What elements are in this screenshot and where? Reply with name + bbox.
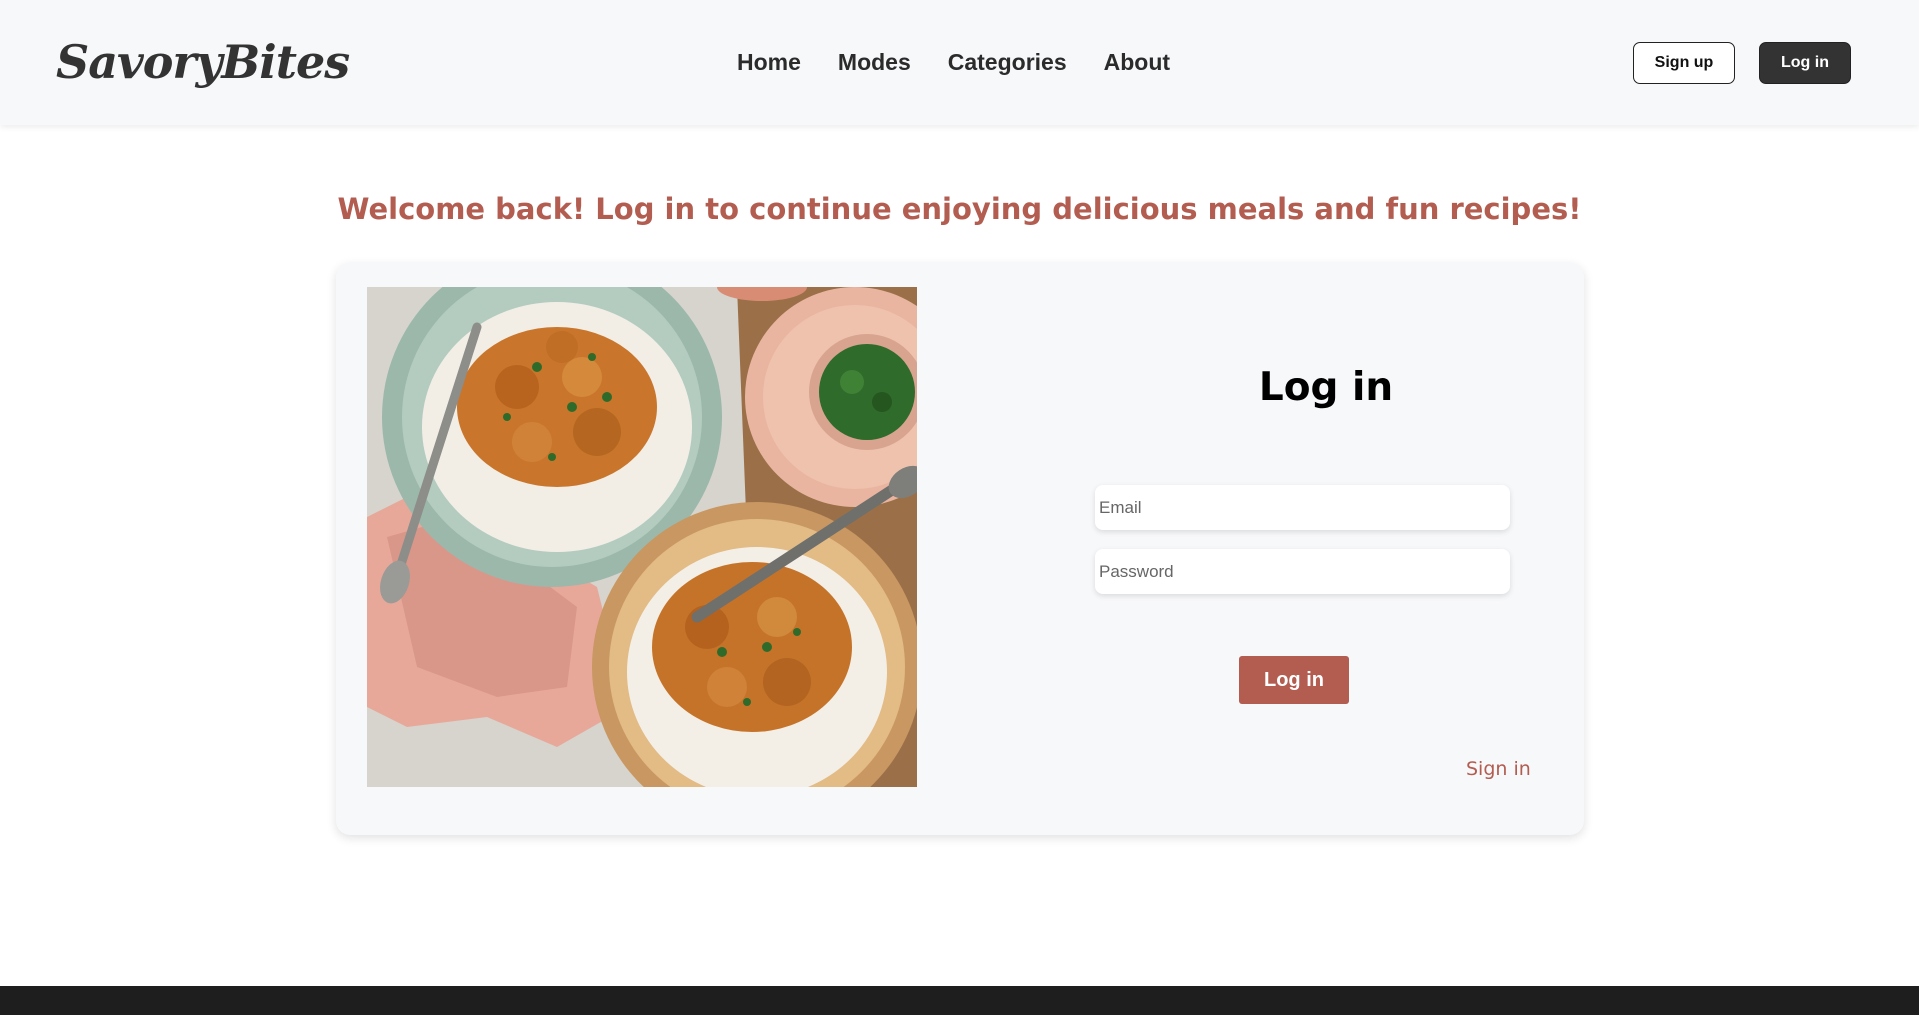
password-field[interactable] xyxy=(1095,549,1510,594)
email-field[interactable] xyxy=(1095,485,1510,530)
login-submit-button[interactable]: Log in xyxy=(1239,656,1349,704)
main-nav: Home Modes Categories About xyxy=(737,44,1170,80)
food-image xyxy=(367,287,917,787)
nav-about[interactable]: About xyxy=(1104,44,1170,80)
login-title: Log in xyxy=(1258,365,1394,410)
logo[interactable]: SavoryBites xyxy=(56,32,350,92)
site-header: SavoryBites Home Modes Categories About … xyxy=(0,0,1919,125)
nav-categories[interactable]: Categories xyxy=(948,44,1067,80)
signin-link[interactable]: Sign in xyxy=(1466,758,1531,780)
nav-home[interactable]: Home xyxy=(737,44,801,80)
food-photo-icon xyxy=(367,287,917,787)
site-footer xyxy=(0,986,1919,1015)
signup-button[interactable]: Sign up xyxy=(1633,42,1735,84)
nav-modes[interactable]: Modes xyxy=(838,44,911,80)
header-login-button[interactable]: Log in xyxy=(1759,42,1851,84)
welcome-message: Welcome back! Log in to continue enjoyin… xyxy=(337,192,1582,226)
login-card: Log in Log in Sign in xyxy=(336,263,1584,835)
login-title-container: Log in xyxy=(1096,365,1556,410)
